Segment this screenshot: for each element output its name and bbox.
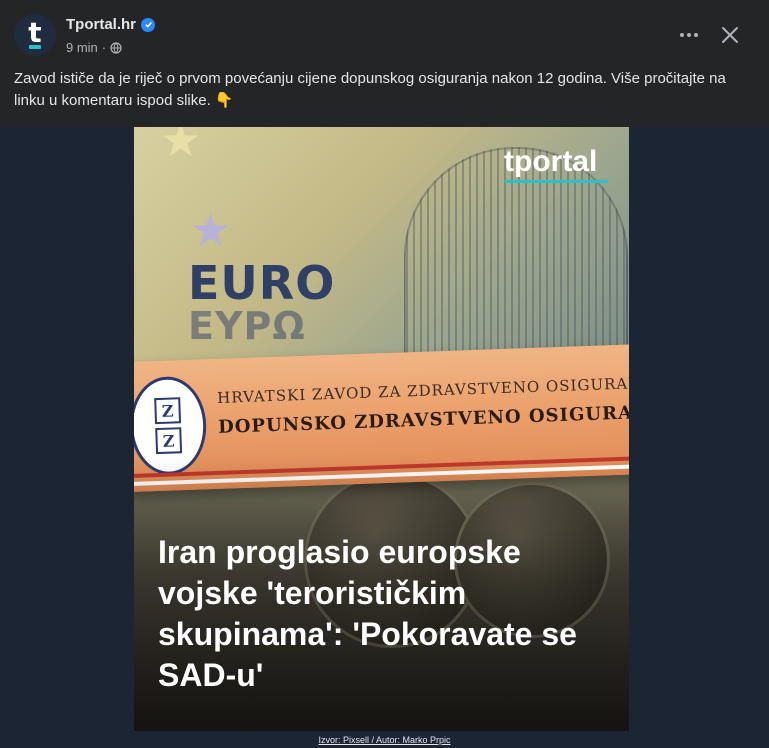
card-text-line2: DOPUNSKO ZDRAVSTVENO OSIGURAN: [217, 401, 629, 438]
image-headline: Iran proglasio europske vojske 'terorist…: [158, 534, 577, 693]
page-name: Tportal.hr: [66, 16, 155, 33]
image-credit[interactable]: Izvor: Pixsell / Autor: Marko Prpic: [0, 735, 769, 745]
banknote-word: EURO: [188, 256, 336, 310]
verified-badge-icon: [141, 17, 155, 32]
close-button[interactable]: [713, 18, 747, 52]
globe-icon[interactable]: [110, 41, 122, 54]
card-logo-letter: Z: [155, 427, 183, 455]
post-text: Zavod ističe da je riječ o prvom povećan…: [14, 70, 726, 109]
post-media[interactable]: ★ ★ EURO ΕΥΡΩ Z Z HRVATSKI ZAVOD ZA ZDRA…: [0, 127, 769, 748]
more-dots-icon: [680, 33, 698, 37]
author-name[interactable]: Tportal.hr: [66, 16, 136, 33]
star-icon: ★: [190, 204, 232, 256]
banknote-word-greek: ΕΥΡΩ: [188, 304, 306, 348]
post-time[interactable]: 9 min: [66, 40, 98, 55]
card-logo-letter: Z: [154, 397, 182, 425]
post-meta: 9 min ·: [66, 40, 122, 55]
avatar[interactable]: t: [14, 14, 56, 56]
brand-logo: tportal: [504, 145, 598, 178]
close-icon: [722, 27, 738, 43]
brand-logo-underline: [505, 180, 608, 183]
post-photo[interactable]: ★ ★ EURO ΕΥΡΩ Z Z HRVATSKI ZAVOD ZA ZDRA…: [134, 127, 629, 731]
post-header: t Tportal.hr 9 min ·: [0, 0, 769, 64]
avatar-accent-bar: [29, 45, 41, 49]
avatar-letter: t: [28, 16, 42, 49]
more-options-button[interactable]: [672, 18, 706, 52]
meta-separator: ·: [101, 40, 107, 55]
star-icon: ★: [160, 127, 202, 166]
card-text-line1: HRVATSKI ZAVOD ZA ZDRAVSTVENO OSIGURAN: [216, 374, 629, 407]
